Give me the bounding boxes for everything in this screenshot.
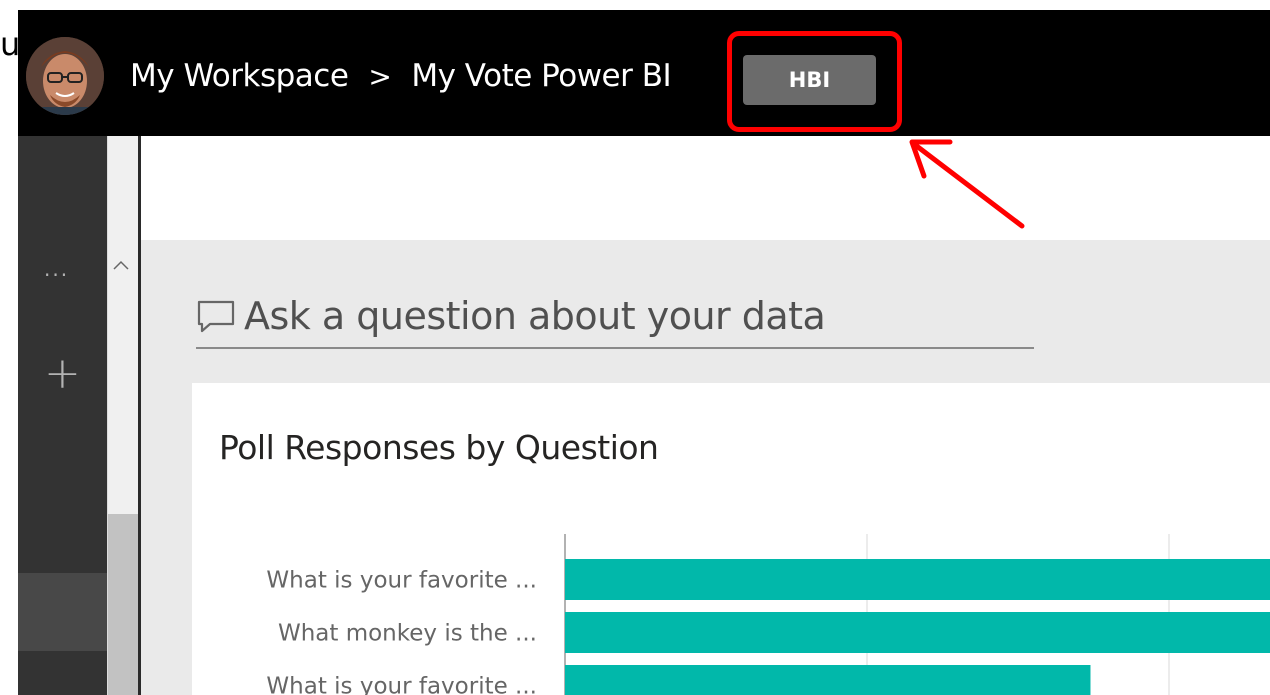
left-margin <box>0 10 18 695</box>
category-label: What monkey is the ... <box>278 621 537 647</box>
qna-placeholder: Ask a question about your data <box>244 294 826 338</box>
bar[interactable] <box>565 559 1270 600</box>
bar[interactable] <box>565 612 1270 653</box>
category-label: What is your favorite ... <box>266 568 537 594</box>
chevron-up-icon[interactable] <box>112 256 130 275</box>
powerbi-window: u My Workspace > My Vote Power BI HBI ..… <box>0 0 1270 695</box>
dashboard-header-area <box>141 136 1270 240</box>
breadcrumb-workspace[interactable]: My Workspace <box>130 58 349 94</box>
ellipsis-icon[interactable]: ... <box>44 257 69 281</box>
qna-box[interactable]: Ask a question about your data <box>196 285 1034 349</box>
clipped-text: u <box>0 25 21 63</box>
breadcrumb-dashboard[interactable]: My Vote Power BI <box>411 58 671 94</box>
comment-icon <box>197 300 235 333</box>
category-label: What is your favorite ... <box>266 674 537 695</box>
chevron-right-icon: > <box>368 59 392 93</box>
breadcrumb: My Workspace > My Vote Power BI <box>130 58 672 94</box>
scrollbar-thumb[interactable] <box>108 514 138 695</box>
plus-icon[interactable]: + <box>44 352 81 396</box>
nav-selected-item[interactable] <box>18 573 107 651</box>
top-edge <box>0 0 1270 10</box>
tile-title: Poll Responses by Question <box>219 428 659 467</box>
annotation-highlight-box <box>727 31 902 132</box>
avatar[interactable] <box>26 37 104 115</box>
bar-chart: What is your favorite ... What monkey is … <box>266 534 1270 695</box>
bar[interactable] <box>565 665 1091 695</box>
red-arrow <box>909 139 1025 229</box>
